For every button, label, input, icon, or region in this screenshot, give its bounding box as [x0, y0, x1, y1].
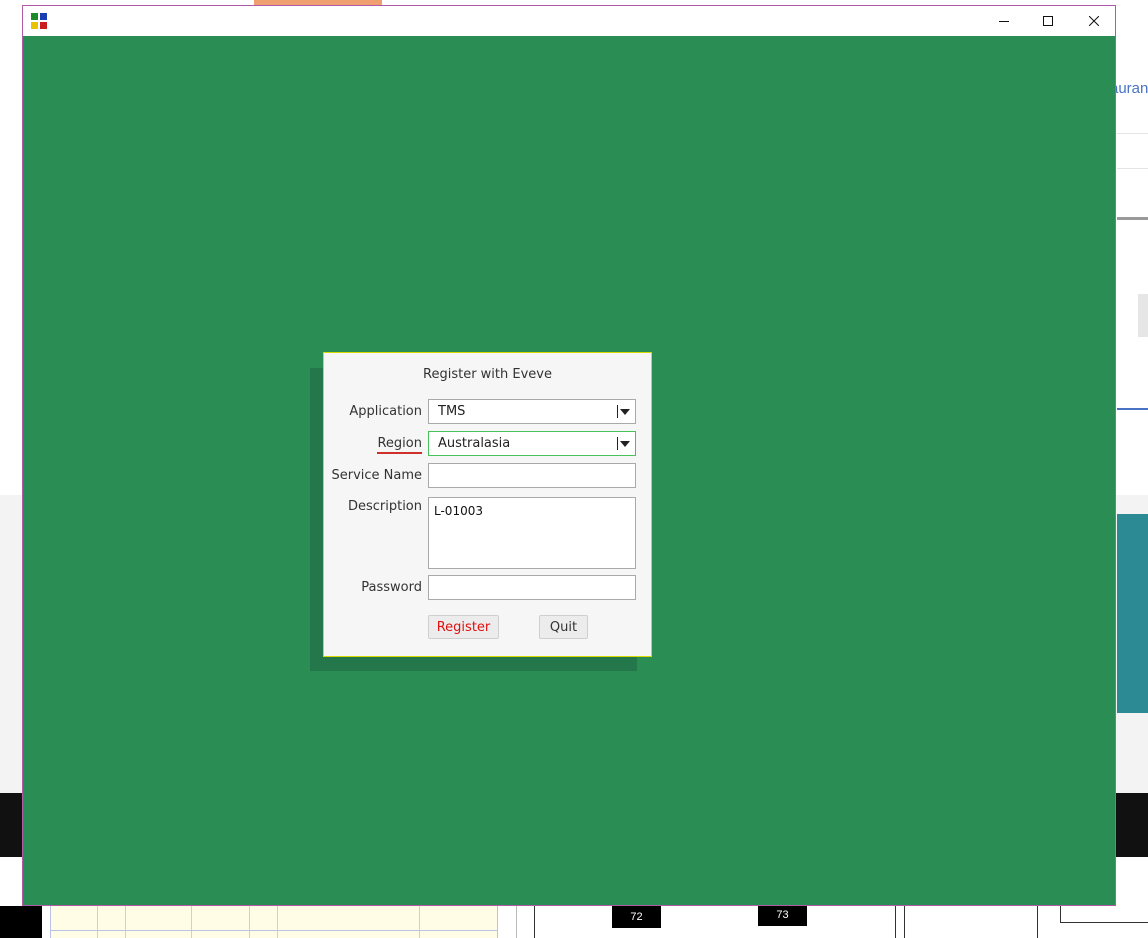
application-select[interactable]: TMS [428, 399, 636, 424]
quit-button[interactable]: Quit [539, 615, 588, 639]
background-black-block [0, 906, 42, 938]
title-bar[interactable] [23, 6, 1115, 36]
close-icon [1089, 16, 1099, 26]
maximize-button[interactable] [1025, 6, 1071, 36]
page-number: 72 [612, 906, 661, 928]
background-divider [1117, 408, 1148, 410]
background-spreadsheet [50, 906, 498, 938]
background-divider [1117, 217, 1148, 220]
application-label: Application [349, 404, 422, 419]
app-grid-icon [31, 13, 47, 29]
password-label: Password [361, 580, 422, 595]
background-button [1138, 294, 1148, 337]
chevron-down-icon[interactable] [620, 409, 630, 415]
application-value: TMS [438, 404, 466, 419]
background-teal-panel [1117, 514, 1148, 713]
background-divider [1117, 168, 1148, 169]
description-label: Description [347, 499, 422, 514]
register-button[interactable]: Register [428, 615, 499, 639]
region-value: Australasia [438, 436, 511, 451]
page-number: 73 [758, 904, 807, 926]
region-select[interactable]: Australasia [428, 431, 636, 456]
background-document: 72 73 [0, 904, 1148, 938]
service-name-label: Service Name [331, 468, 422, 483]
service-name-input[interactable] [428, 463, 636, 488]
background-divider [1117, 133, 1148, 134]
region-label: Region [377, 436, 422, 454]
maximize-icon [1043, 16, 1053, 26]
register-dialog: Register with Eveve Application TMS Regi… [323, 352, 652, 657]
chevron-down-icon[interactable] [620, 441, 630, 447]
minimize-icon [999, 21, 1009, 22]
app-window: Register with Eveve Application TMS Regi… [22, 5, 1116, 906]
region-label-text: Region [377, 436, 422, 454]
password-input[interactable] [428, 575, 636, 600]
description-textarea[interactable]: L-01003 [428, 497, 636, 569]
close-button[interactable] [1071, 6, 1117, 36]
minimize-button[interactable] [981, 6, 1027, 36]
dialog-title: Register with Eveve [423, 367, 552, 382]
